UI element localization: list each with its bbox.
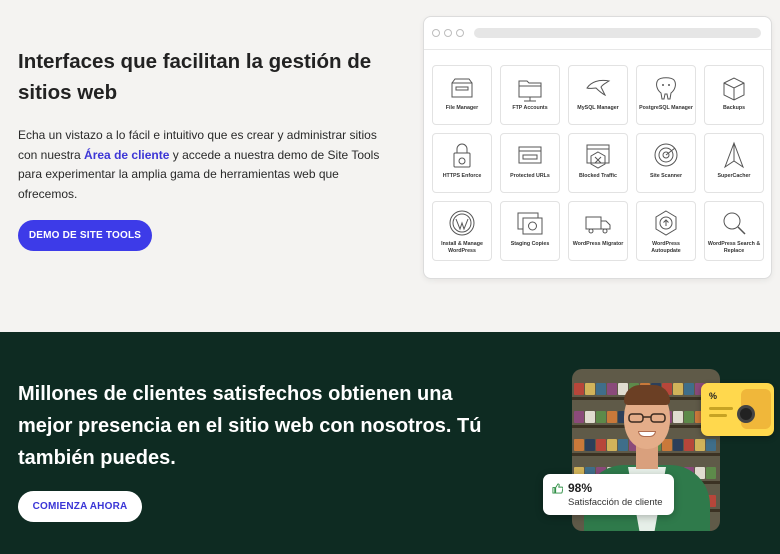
tool-label: Blocked Traffic — [579, 173, 617, 179]
tool-label: Site Scanner — [649, 173, 683, 179]
site-scanner-icon — [654, 143, 678, 167]
thumbs-up-icon — [552, 483, 563, 494]
tool-tile[interactable]: FTP Accounts — [500, 65, 560, 125]
satisfaction-label: Satisfacción de cliente — [568, 497, 663, 508]
section-description: Echa un vistazo a lo fácil e intuitivo q… — [18, 128, 380, 201]
client-area-link[interactable]: Área de cliente — [84, 148, 169, 162]
supercacher-icon — [723, 141, 745, 169]
tool-tile[interactable]: Staging Copies — [500, 201, 560, 261]
blocked-traffic-icon — [586, 144, 610, 169]
tool-tile[interactable]: Backups — [704, 65, 764, 125]
file-manager-icon — [451, 78, 473, 98]
tool-tile[interactable]: WordPress Autoupdate — [636, 201, 696, 261]
ftp-accounts-icon — [518, 80, 542, 102]
customers-headline: Millones de clientes satisfechos obtiene… — [18, 383, 482, 469]
tool-label: FTP Accounts — [512, 105, 548, 111]
satisfaction-card: 98% Satisfacción de cliente — [543, 474, 674, 515]
search-replace-icon — [723, 212, 746, 235]
tool-label: MySQL Manager — [577, 105, 619, 111]
promo-mini-card: % — [701, 383, 774, 436]
site-tools-demo-button[interactable]: DEMO DE SITE TOOLS — [18, 220, 152, 251]
tool-tile[interactable]: Blocked Traffic — [568, 133, 628, 193]
window-dot-icon — [444, 29, 452, 37]
tool-tile[interactable]: WordPress Search & Replace — [704, 201, 764, 261]
section-title: Interfaces que facilitan la gestión de s… — [18, 50, 372, 104]
percent-badge: % — [709, 391, 718, 401]
tool-tile[interactable]: PostgreSQL Manager — [636, 65, 696, 125]
tool-label: WordPress Autoupdate — [651, 241, 681, 254]
window-dot-icon — [456, 29, 464, 37]
tool-label: Protected URLs — [510, 173, 550, 179]
url-bar — [474, 28, 761, 38]
tool-label: Install & Manage WordPress — [441, 241, 483, 254]
get-started-button[interactable]: COMIENZA AHORA — [18, 491, 142, 522]
site-tools-section: Interfaces que facilitan la gestión de s… — [0, 0, 780, 332]
wordpress-autoupdate-icon — [655, 210, 677, 236]
tool-tile[interactable]: Protected URLs — [500, 133, 560, 193]
browser-toolbar — [424, 17, 771, 50]
tool-label: Staging Copies — [510, 241, 550, 247]
satisfaction-value: 98% — [568, 481, 593, 495]
customers-section: Millones de clientes satisfechos obtiene… — [0, 332, 780, 554]
tool-label: PostgreSQL Manager — [639, 105, 693, 111]
tool-tile[interactable]: File Manager — [432, 65, 492, 125]
backups-icon — [723, 77, 745, 101]
window-dot-icon — [432, 29, 440, 37]
postgresql-manager-icon — [656, 77, 676, 100]
tool-label: HTTPS Enforce — [442, 173, 482, 179]
site-tools-browser-mockup: File Manager FTP Accounts MySQL Manager Pos… — [423, 16, 772, 279]
tool-label: WordPress Migrator — [572, 241, 624, 247]
tool-label: Backups — [722, 105, 746, 111]
tool-tile[interactable]: SuperCacher — [704, 133, 764, 193]
tool-tile[interactable]: HTTPS Enforce — [432, 133, 492, 193]
wordpress-install-icon — [449, 210, 475, 236]
tool-tile[interactable]: Install & Manage WordPress — [432, 201, 492, 261]
vinyl-record-icon — [737, 405, 755, 423]
wordpress-migrator-icon — [585, 216, 611, 234]
tool-tile[interactable]: Site Scanner — [636, 133, 696, 193]
tool-label: SuperCacher — [717, 173, 751, 179]
tool-label: WordPress Search & Replace — [707, 241, 761, 254]
staging-copies-icon — [517, 212, 543, 235]
mysql-manager-icon — [586, 79, 611, 97]
tool-tile[interactable]: MySQL Manager — [568, 65, 628, 125]
https-enforce-icon — [453, 143, 471, 168]
tool-tile[interactable]: WordPress Migrator — [568, 201, 628, 261]
protected-urls-icon — [518, 146, 542, 164]
glasses-icon — [628, 413, 666, 423]
tool-label: File Manager — [445, 105, 479, 111]
